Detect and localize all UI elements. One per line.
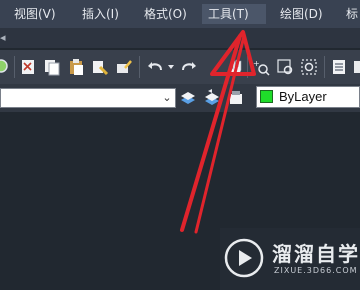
watermark-logo-icon bbox=[224, 238, 264, 278]
watermark: 溜溜自学 ZIXUE.3D66.COM bbox=[220, 228, 360, 290]
watermark-title: 溜溜自学 bbox=[272, 242, 360, 266]
watermark-url: ZIXUE.3D66.COM bbox=[274, 266, 358, 275]
